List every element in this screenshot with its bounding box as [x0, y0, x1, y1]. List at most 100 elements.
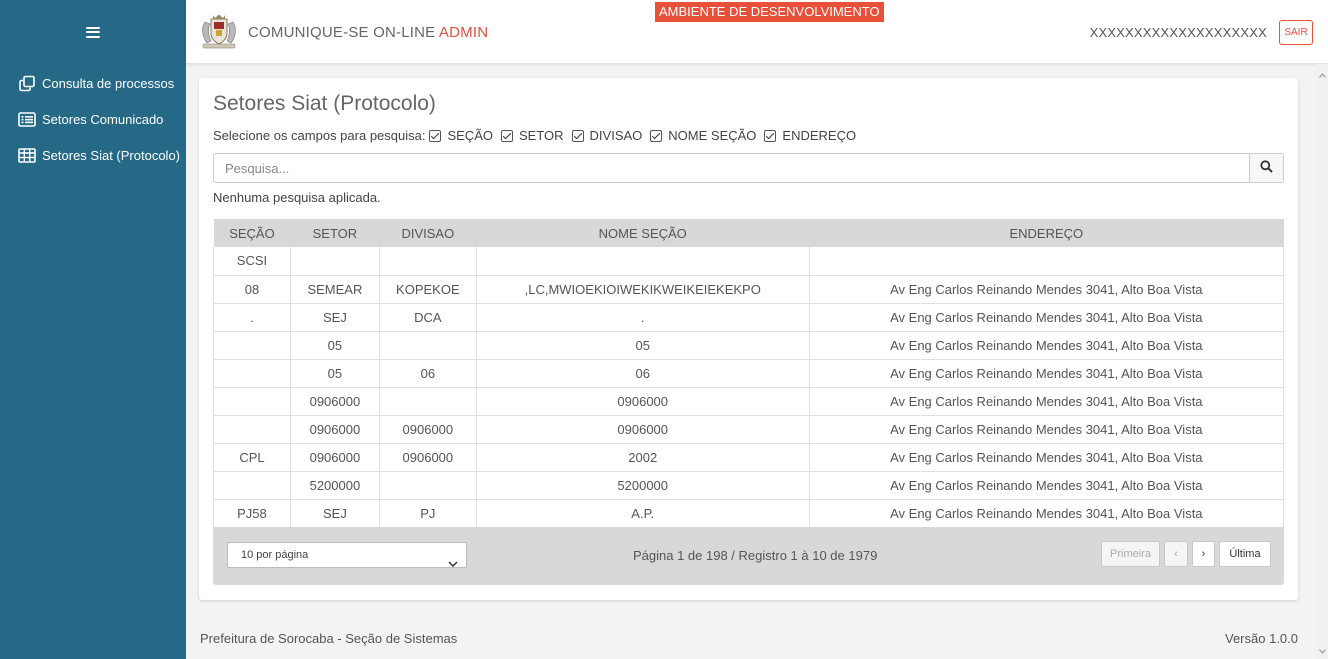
cell-secao: PJ58: [213, 499, 291, 528]
cell-endereco: [809, 247, 1285, 276]
checkbox-setor[interactable]: SETOR: [500, 128, 564, 143]
checkbox-divisao[interactable]: DIVISAO: [571, 128, 643, 143]
table-row[interactable]: CPL 0906000 0906000 2002 Av Eng Carlos Reina…: [213, 443, 1285, 472]
app-title: COMUNIQUE-SE ON-LINE ADMIN: [248, 24, 488, 41]
prev-page-button[interactable]: ‹: [1164, 541, 1188, 567]
checkbox-checked-icon: [764, 129, 777, 142]
column-header-setor[interactable]: SETOR: [290, 219, 380, 247]
checkbox-label: SETOR: [518, 128, 564, 143]
table-row[interactable]: 0906000 0906000 Av Eng Carlos Reinando Men…: [213, 387, 1285, 416]
search-bar: [213, 153, 1284, 183]
checkbox-label: DIVISAO: [589, 128, 643, 143]
cell-divisao: KOPEKOE: [379, 275, 477, 304]
first-page-button[interactable]: Primeira: [1101, 541, 1160, 567]
search-status: Nenhuma pesquisa aplicada.: [213, 190, 381, 205]
search-icon: [1260, 160, 1273, 176]
page-title: Setores Siat (Protocolo): [213, 92, 436, 115]
cell-endereco: Av Eng Carlos Reinando Mendes 3041, Alto…: [809, 499, 1285, 528]
cell-setor: [290, 247, 380, 276]
cell-setor: 5200000: [290, 471, 380, 500]
page-scrollbar[interactable]: [1317, 64, 1328, 659]
search-fields-label: Selecione os campos para pesquisa:: [213, 128, 426, 143]
cell-nome-secao: .: [476, 303, 810, 332]
sidebar-item-label: Setores Comunicado: [42, 111, 164, 127]
cell-setor: 0906000: [290, 443, 380, 472]
last-page-button[interactable]: Última: [1219, 541, 1271, 567]
table-row[interactable]: 08 SEMEAR KOPEKOE ,LC,MWIOEKIOIWEKIKWEIKEIE…: [213, 275, 1285, 304]
app-title-admin: ADMIN: [438, 24, 489, 41]
checkbox-secao[interactable]: SEÇÃO: [429, 128, 493, 143]
sidebar-item-setores-siat[interactable]: Setores Siat (Protocolo): [0, 137, 186, 173]
cell-endereco: Av Eng Carlos Reinando Mendes 3041, Alto…: [809, 471, 1285, 500]
cell-secao: [213, 471, 291, 500]
scroll-up-icon[interactable]: [1319, 66, 1326, 81]
table-row[interactable]: 05 05 Av Eng Carlos Reinando Mendes 3041, …: [213, 331, 1285, 360]
checkbox-checked-icon: [500, 129, 513, 142]
sidebar-item-label: Setores Siat (Protocolo): [42, 147, 181, 163]
environment-badge: AMBIENTE DE DESENVOLVIMENTO: [655, 2, 884, 22]
cell-secao: [213, 415, 291, 444]
list-icon: [17, 111, 36, 128]
table-row[interactable]: 0906000 0906000 0906000 Av Eng Carlos Reina…: [213, 415, 1285, 444]
search-input[interactable]: [214, 154, 1249, 182]
column-header-secao[interactable]: SEÇÃO: [213, 219, 291, 247]
cell-nome-secao: 05: [476, 331, 810, 360]
cell-divisao: 0906000: [379, 443, 477, 472]
table-row[interactable]: 05 06 06 Av Eng Carlos Reinando Mendes 3041…: [213, 359, 1285, 388]
cell-secao: [213, 387, 291, 416]
column-header-divisao[interactable]: DIVISAO: [379, 219, 477, 247]
table-header-row: SEÇÃO SETOR DIVISAO NOME SEÇÃO ENDEREÇO: [213, 219, 1284, 247]
cell-secao: SCSI: [213, 247, 291, 276]
checkbox-checked-icon: [429, 129, 442, 142]
cell-divisao: 0906000: [379, 415, 477, 444]
table-row[interactable]: SCSI: [213, 247, 1285, 276]
scroll-down-icon[interactable]: [1319, 642, 1326, 657]
sidebar-item-consulta-processos[interactable]: Consulta de processos: [0, 65, 186, 101]
chevron-down-icon: [448, 552, 458, 576]
coat-of-arms-icon[interactable]: [199, 13, 239, 51]
table-row[interactable]: PJ58 SEJ PJ A.P. Av Eng Carlos Reinando Mend…: [213, 499, 1285, 528]
hamburger-menu-icon[interactable]: [0, 0, 186, 64]
checkbox-checked-icon: [650, 129, 663, 142]
column-header-endereco[interactable]: ENDEREÇO: [809, 219, 1284, 247]
checkbox-label: ENDEREÇO: [782, 128, 857, 143]
copy-icon: [17, 75, 36, 92]
checkbox-endereco[interactable]: ENDEREÇO: [764, 128, 856, 143]
cell-endereco: Av Eng Carlos Reinando Mendes 3041, Alto…: [809, 415, 1285, 444]
cell-setor: 05: [290, 359, 380, 388]
pagination-bar: 10 por página Página 1 de 198 / Registro…: [213, 527, 1284, 585]
search-button[interactable]: [1249, 154, 1283, 182]
table-row[interactable]: 5200000 5200000 Av Eng Carlos Reinando Men…: [213, 471, 1285, 500]
sidebar-item-setores-comunicado[interactable]: Setores Comunicado: [0, 101, 186, 137]
search-fields: Selecione os campos para pesquisa: SEÇÃO…: [213, 128, 864, 143]
user-name: XXXXXXXXXXXXXXXXXXXX: [1089, 25, 1267, 40]
next-page-button[interactable]: ›: [1192, 541, 1215, 567]
cell-setor: 05: [290, 331, 380, 360]
cell-endereco: Av Eng Carlos Reinando Mendes 3041, Alto…: [809, 387, 1285, 416]
table-icon: [17, 147, 36, 164]
cell-nome-secao: 0906000: [476, 387, 810, 416]
checkbox-label: NOME SEÇÃO: [668, 128, 757, 143]
page-info: Página 1 de 198 / Registro 1 à 10 de 197…: [633, 548, 878, 563]
table-row[interactable]: . SEJ DCA. Av Eng Carlos Reinando Mendes 30…: [213, 303, 1285, 332]
cell-secao: 08: [213, 275, 291, 304]
checkbox-nome-secao[interactable]: NOME SEÇÃO: [650, 128, 756, 143]
checkbox-label: SEÇÃO: [447, 128, 493, 143]
sidebar: Consulta de processos Setores Comunicado…: [0, 0, 186, 659]
per-page-value: 10 por página: [241, 549, 309, 561]
cell-endereco: Av Eng Carlos Reinando Mendes 3041, Alto…: [809, 275, 1285, 304]
cell-setor: SEJ: [290, 499, 380, 528]
logout-button[interactable]: SAIR: [1279, 20, 1313, 45]
cell-divisao: [379, 247, 477, 276]
cell-nome-secao: 0906000: [476, 415, 810, 444]
cell-divisao: DCA: [379, 303, 477, 332]
per-page-select[interactable]: 10 por página: [227, 542, 467, 568]
footer-version: Versão 1.0.0: [1225, 631, 1298, 646]
cell-nome-secao: 5200000: [476, 471, 810, 500]
cell-divisao: PJ: [379, 499, 477, 528]
cell-nome-secao: ,LC,MWIOEKIOIWEKIKWEIKEIEKEKPO: [476, 275, 810, 304]
column-header-nome-secao[interactable]: NOME SEÇÃO: [476, 219, 810, 247]
cell-endereco: Av Eng Carlos Reinando Mendes 3041, Alto…: [809, 359, 1285, 388]
topbar: COMUNIQUE-SE ON-LINE ADMIN AMBIENTE DE D…: [186, 0, 1328, 64]
cell-nome-secao: [476, 247, 810, 276]
